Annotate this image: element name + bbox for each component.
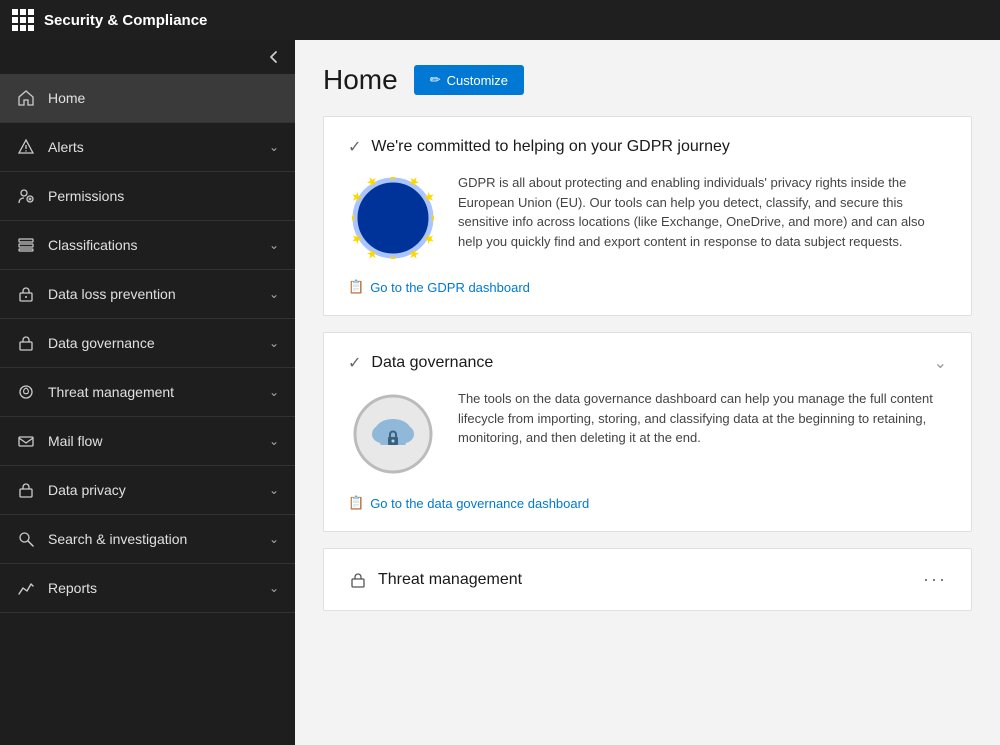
sidebar-item-search-investigation[interactable]: Search & investigation ⌄ — [0, 515, 295, 564]
chevron-down-icon: ⌄ — [269, 434, 279, 448]
reports-icon — [16, 578, 36, 598]
chevron-down-icon: ⌄ — [269, 238, 279, 252]
chevron-down-icon: ⌄ — [269, 581, 279, 595]
sidebar-item-label-home: Home — [48, 90, 85, 106]
gdpr-dashboard-link[interactable]: Go to the GDPR dashboard — [370, 280, 530, 295]
data-governance-card-header: ✓ Data governance ⌄ — [348, 353, 947, 373]
sidebar-collapse-button[interactable] — [0, 40, 295, 74]
gdpr-card-image — [348, 173, 438, 263]
sidebar-item-home[interactable]: Home — [0, 74, 295, 123]
sidebar-item-permissions[interactable]: Permissions — [0, 172, 295, 221]
data-governance-card-text: The tools on the data governance dashboa… — [458, 389, 947, 448]
sidebar-item-label-data-governance: Data governance — [48, 335, 155, 351]
sidebar-item-classifications[interactable]: Classifications ⌄ — [0, 221, 295, 270]
sidebar-item-label-mail-flow: Mail flow — [48, 433, 102, 449]
sidebar-item-label-dlp: Data loss prevention — [48, 286, 176, 302]
main-content: Home ✏ Customize ✓ We're committed to he… — [295, 40, 1000, 745]
data-governance-card-image — [348, 389, 438, 479]
data-privacy-icon — [16, 480, 36, 500]
gdpr-card-text: GDPR is all about protecting and enablin… — [458, 173, 947, 251]
sidebar-item-reports[interactable]: Reports ⌄ — [0, 564, 295, 613]
sidebar-item-label-data-privacy: Data privacy — [48, 482, 126, 498]
data-governance-card-body: The tools on the data governance dashboa… — [348, 389, 947, 479]
data-governance-card: ✓ Data governance ⌄ — [323, 332, 972, 532]
data-governance-icon — [16, 333, 36, 353]
threat-icon — [16, 382, 36, 402]
chevron-down-icon: ⌄ — [269, 336, 279, 350]
chevron-down-icon: ⌄ — [269, 140, 279, 154]
gdpr-card-footer: 📋 Go to the GDPR dashboard — [348, 279, 947, 295]
clipboard-icon: 📋 — [348, 495, 364, 511]
lock-icon — [348, 570, 368, 590]
mail-icon — [16, 431, 36, 451]
gdpr-card-header: ✓ We're committed to helping on your GDP… — [348, 137, 947, 157]
dlp-icon — [16, 284, 36, 304]
threat-management-card-header: Threat management ··· — [348, 569, 947, 590]
app-title: Security & Compliance — [44, 12, 207, 29]
data-governance-card-title: Data governance — [371, 354, 493, 372]
sidebar: Home Alerts ⌄ — [0, 40, 295, 745]
gdpr-card-body: GDPR is all about protecting and enablin… — [348, 173, 947, 263]
data-governance-dashboard-link[interactable]: Go to the data governance dashboard — [370, 496, 589, 511]
home-icon — [16, 88, 36, 108]
alert-icon — [16, 137, 36, 157]
sidebar-item-label-classifications: Classifications — [48, 237, 137, 253]
chevron-down-icon: ⌄ — [269, 287, 279, 301]
sidebar-item-data-governance[interactable]: Data governance ⌄ — [0, 319, 295, 368]
threat-management-options-button[interactable]: ··· — [923, 569, 947, 590]
check-icon: ✓ — [348, 353, 361, 373]
sidebar-item-label-search-investigation: Search & investigation — [48, 531, 187, 547]
classifications-icon — [16, 235, 36, 255]
top-bar: Security & Compliance — [0, 0, 1000, 40]
app-grid-icon[interactable] — [12, 9, 34, 31]
main-layout: Home Alerts ⌄ — [0, 40, 1000, 745]
page-title: Home — [323, 64, 398, 96]
search-icon — [16, 529, 36, 549]
sidebar-item-dlp[interactable]: Data loss prevention ⌄ — [0, 270, 295, 319]
chevron-down-icon: ⌄ — [269, 483, 279, 497]
clipboard-icon: 📋 — [348, 279, 364, 295]
sidebar-item-data-privacy[interactable]: Data privacy ⌄ — [0, 466, 295, 515]
page-header: Home ✏ Customize — [323, 64, 972, 96]
threat-management-card-title: Threat management — [378, 571, 522, 589]
sidebar-item-label-reports: Reports — [48, 580, 97, 596]
check-icon: ✓ — [348, 137, 361, 157]
sidebar-item-threat-management[interactable]: Threat management ⌄ — [0, 368, 295, 417]
gdpr-card: ✓ We're committed to helping on your GDP… — [323, 116, 972, 316]
chevron-down-icon: ⌄ — [269, 532, 279, 546]
sidebar-item-mail-flow[interactable]: Mail flow ⌄ — [0, 417, 295, 466]
gdpr-card-title: We're committed to helping on your GDPR … — [371, 138, 729, 156]
sidebar-item-alerts[interactable]: Alerts ⌄ — [0, 123, 295, 172]
sidebar-item-label-alerts: Alerts — [48, 139, 84, 155]
sidebar-item-label-permissions: Permissions — [48, 188, 124, 204]
sidebar-item-label-threat-management: Threat management — [48, 384, 174, 400]
pencil-icon: ✏ — [430, 72, 441, 88]
threat-management-card: Threat management ··· — [323, 548, 972, 611]
collapse-chevron-icon[interactable]: ⌄ — [934, 353, 947, 373]
chevron-down-icon: ⌄ — [269, 385, 279, 399]
customize-button[interactable]: ✏ Customize — [414, 65, 524, 95]
data-governance-card-footer: 📋 Go to the data governance dashboard — [348, 495, 947, 511]
permissions-icon — [16, 186, 36, 206]
